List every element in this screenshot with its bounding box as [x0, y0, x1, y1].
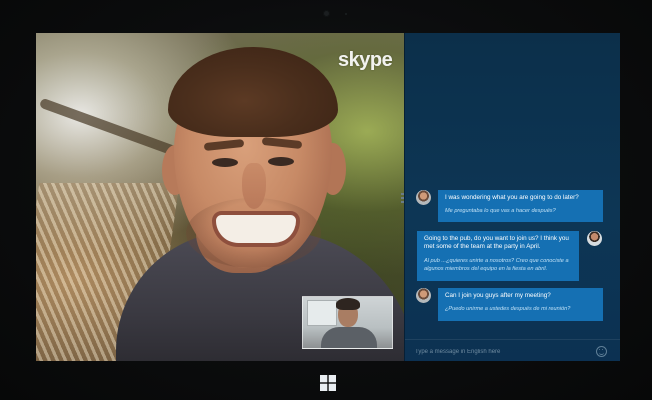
message-text: Can I join you guys after my meeting? [445, 292, 551, 299]
message-text: I was wondering what you are going to do… [445, 194, 579, 201]
chat-panel: I was wondering what you are going to do… [401, 33, 620, 361]
participant-hair [168, 47, 338, 137]
screen: skype I was wondering what you are going… [36, 33, 620, 361]
skype-logo: skype [338, 49, 393, 71]
remote-avatar[interactable] [416, 190, 431, 205]
emoji-icon[interactable] [596, 346, 607, 357]
message-bubble: I was wondering what you are going to do… [438, 190, 603, 222]
self-avatar[interactable] [587, 231, 602, 246]
participant-nose [242, 163, 266, 209]
message-bubble: Can I join you guys after my meeting? ¿P… [438, 288, 603, 321]
participant-smile [216, 215, 296, 243]
remote-video[interactable]: skype [36, 33, 404, 361]
message-input-bar [405, 339, 620, 361]
message-bubble: Going to the pub, do you want to join us… [417, 231, 579, 281]
participant-eye-left [212, 158, 238, 167]
message-translation: Me preguntaba lo que vas a hacer después… [445, 208, 556, 215]
message-translation: Al pub ...¿quieres unirte a nosotros? Cr… [424, 257, 569, 272]
panel-resize-handle[interactable] [401, 193, 404, 205]
front-camera [323, 10, 330, 17]
participant-eye-right [268, 157, 294, 166]
message-text: Going to the pub, do you want to join us… [424, 235, 569, 251]
remote-avatar[interactable] [416, 288, 431, 303]
pip-self-body [321, 327, 377, 348]
pip-self-hair [336, 298, 360, 310]
self-view-pip[interactable] [302, 296, 393, 349]
light-sensor [345, 13, 347, 15]
message-translation: ¿Puedo unirme a ustedes después de mi re… [445, 306, 571, 313]
windows-logo-icon[interactable] [320, 375, 336, 391]
pip-window-background [307, 300, 337, 326]
message-input[interactable] [415, 347, 595, 356]
device-bezel: skype I was wondering what you are going… [0, 0, 652, 400]
